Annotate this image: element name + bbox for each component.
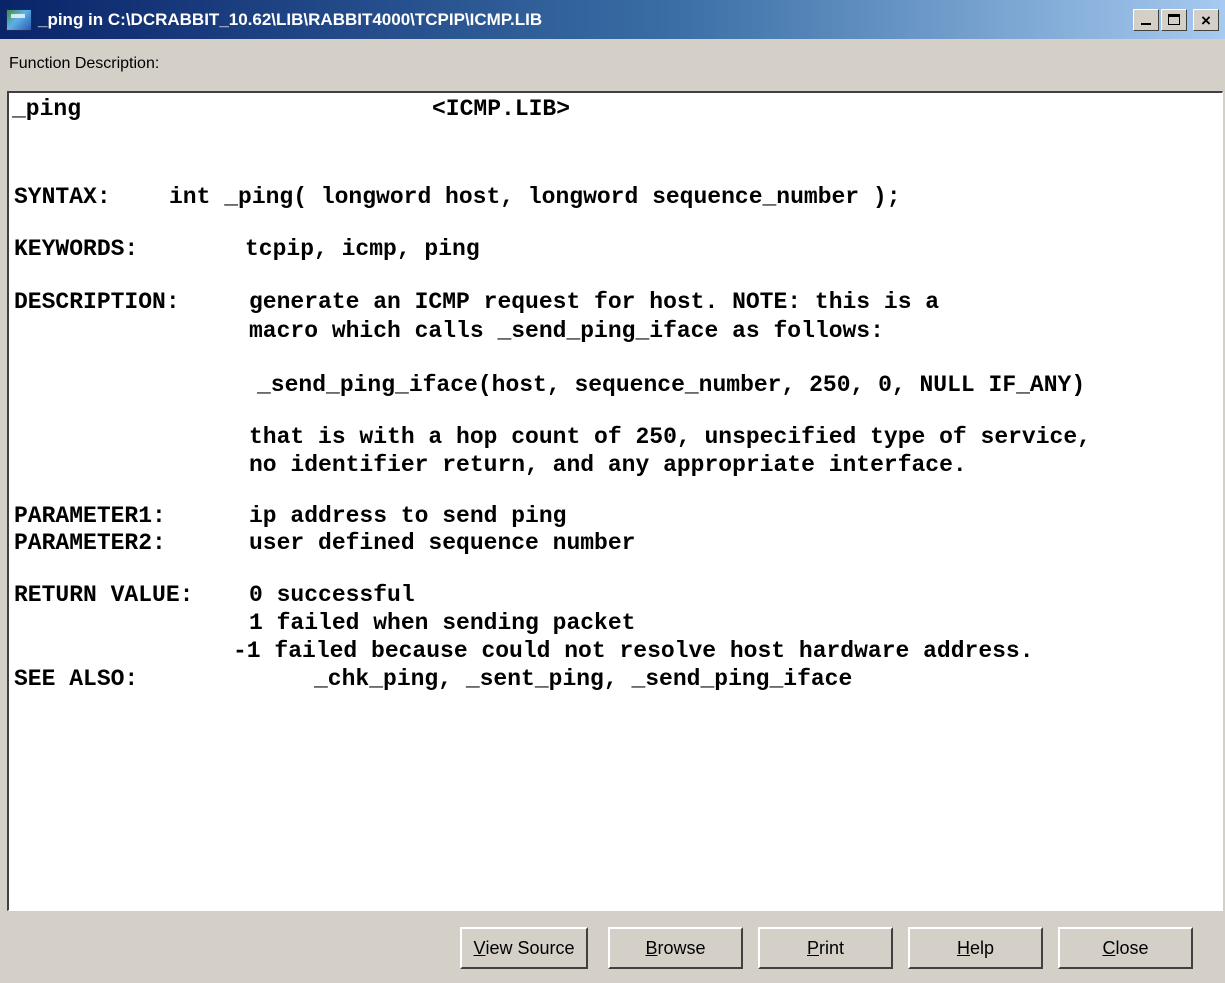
window-controls: × — [1133, 9, 1219, 31]
help-button[interactable]: Help — [908, 927, 1043, 969]
return-line: 0 successful — [249, 582, 415, 608]
browse-label: rowse — [657, 937, 706, 958]
window-title: _ping in C:\DCRABBIT_10.62\LIB\RABBIT400… — [38, 10, 543, 29]
print-label: rint — [819, 937, 845, 958]
library-name: <ICMP.LIB> — [432, 96, 571, 122]
print-mnemonic: P — [806, 937, 819, 958]
return-line: -1 failed because could not resolve host… — [233, 638, 1034, 664]
keywords-value: tcpip, icmp, ping — [245, 236, 480, 262]
description-line: no identifier return, and any appropriat… — [249, 452, 967, 478]
close-window-button[interactable]: × — [1193, 9, 1219, 31]
print-button[interactable]: Print — [758, 927, 893, 969]
close-mnemonic: C — [1102, 937, 1116, 958]
app-icon[interactable] — [6, 9, 32, 31]
maximize-icon — [1168, 14, 1180, 25]
syntax-label: SYNTAX: — [14, 184, 111, 210]
browse-mnemonic: B — [645, 937, 658, 958]
maximize-button[interactable] — [1161, 9, 1187, 31]
description-line: macro which calls _send_ping_iface as fo… — [249, 318, 884, 344]
see-also-label: SEE ALSO: — [14, 666, 139, 692]
see-also-value: _chk_ping, _sent_ping, _send_ping_iface — [314, 666, 853, 692]
syntax-value: int _ping( longword host, longword seque… — [169, 184, 901, 210]
button-bar: View Source Browse Print Help Close — [460, 927, 1193, 969]
function-name: _ping — [12, 96, 82, 122]
minimize-icon — [1141, 23, 1151, 25]
close-label: lose — [1115, 937, 1149, 958]
parameter2-label: PARAMETER2: — [14, 530, 166, 556]
parameter1-label: PARAMETER1: — [14, 503, 166, 529]
title-bar[interactable]: _ping in C:\DCRABBIT_10.62\LIB\RABBIT400… — [0, 0, 1225, 39]
help-mnemonic: H — [956, 937, 970, 958]
section-label: Function Description: — [9, 55, 160, 72]
description-line: generate an ICMP request for host. NOTE:… — [249, 289, 940, 315]
keywords-label: KEYWORDS: — [14, 236, 139, 262]
parameter1-value: ip address to send ping — [249, 503, 567, 529]
view-source-label: iew Source — [485, 937, 575, 958]
minimize-button[interactable] — [1133, 9, 1159, 31]
description-line: _send_ping_iface(host, sequence_number, … — [257, 372, 1086, 398]
description-label: DESCRIPTION: — [14, 289, 180, 315]
close-icon: × — [1201, 11, 1211, 30]
description-line: that is with a hop count of 250, unspeci… — [249, 424, 1091, 450]
browse-button[interactable]: Browse — [608, 927, 743, 969]
description-text-area[interactable]: _ping <ICMP.LIB> SYNTAX: int _ping( long… — [7, 91, 1223, 911]
return-label: RETURN VALUE: — [14, 582, 194, 608]
view-source-mnemonic: V — [473, 937, 486, 958]
view-source-button[interactable]: View Source — [460, 927, 588, 969]
parameter2-value: user defined sequence number — [249, 530, 636, 556]
help-label: elp — [969, 937, 995, 958]
return-line: 1 failed when sending packet — [249, 610, 636, 636]
close-button[interactable]: Close — [1058, 927, 1193, 969]
